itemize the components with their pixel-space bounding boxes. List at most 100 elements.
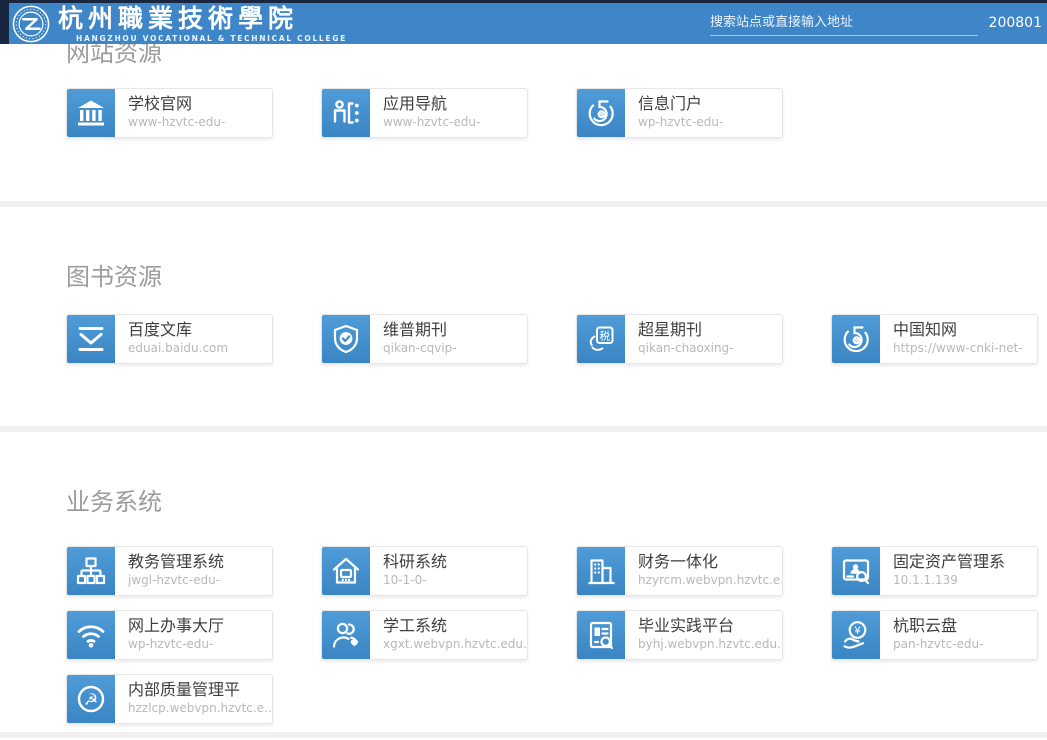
section-divider: [0, 201, 1047, 207]
card-grid: 学校官网www-hzvtc-edu-应用导航www-hzvtc-edu-信息门户…: [66, 88, 1047, 138]
id-card-search-icon: [832, 547, 880, 595]
app-card[interactable]: 中国知网https://www-cnki-net-: [831, 314, 1038, 364]
card-text: 固定资产管理系10.1.1.139: [880, 547, 1005, 595]
college-title-block: 杭州職業技術學院 HANGZHOU VOCATIONAL & TECHNICAL…: [58, 4, 347, 43]
card-title: 内部质量管理平: [128, 679, 272, 700]
people-heart-icon: [322, 611, 370, 659]
card-subtitle: jwgl-hzvtc-edu-: [128, 572, 224, 588]
hand-coin-icon: ¥: [832, 611, 880, 659]
card-text: 应用导航www-hzvtc-edu-: [370, 89, 480, 137]
app-card[interactable]: ¥ 杭职云盘pan-hzvtc-edu-: [831, 610, 1038, 660]
section: 图书资源百度文库eduai.baidu.com 维普期刊qikan-cqvip- 税…: [0, 261, 1047, 364]
search-input[interactable]: [710, 10, 978, 36]
card-title: 科研系统: [383, 551, 447, 572]
spiral-portal-icon: [577, 89, 625, 137]
college-name: 杭州職業技術學院: [58, 4, 347, 34]
card-title: 维普期刊: [383, 319, 457, 340]
section-title: 图书资源: [66, 261, 1047, 294]
app-card[interactable]: 学工系统xgxt.webvpn.hzvtc.edu....: [321, 610, 528, 660]
card-title: 应用导航: [383, 93, 480, 114]
card-subtitle: hzyrcm.webvpn.hzvtc.e...: [638, 572, 782, 588]
app-card[interactable]: 维普期刊qikan-cqvip-: [321, 314, 528, 364]
card-title: 超星期刊: [638, 319, 734, 340]
app-card[interactable]: 应用导航www-hzvtc-edu-: [321, 88, 528, 138]
card-subtitle: eduai.baidu.com: [128, 340, 228, 356]
college-name-en: HANGZHOU VOCATIONAL & TECHNICAL COLLEGE: [76, 34, 347, 43]
house-screen-icon: [322, 547, 370, 595]
card-grid: 百度文库eduai.baidu.com 维普期刊qikan-cqvip- 税 超星期刊…: [66, 314, 1047, 364]
card-text: 学工系统xgxt.webvpn.hzvtc.edu....: [370, 611, 527, 659]
card-text: 网上办事大厅wp-hzvtc-edu-: [115, 611, 224, 659]
app-card[interactable]: 学校官网www-hzvtc-edu-: [66, 88, 273, 138]
app-card[interactable]: 教务管理系统jwgl-hzvtc-edu-: [66, 546, 273, 596]
wifi-icon: [67, 611, 115, 659]
app-header: 杭州職業技術學院 HANGZHOU VOCATIONAL & TECHNICAL…: [0, 0, 1047, 44]
card-text: 信息门户wp-hzvtc-edu-: [625, 89, 723, 137]
svg-text:¥: ¥: [853, 625, 861, 637]
card-text: 教务管理系统jwgl-hzvtc-edu-: [115, 547, 224, 595]
spiral-portal-icon: [832, 315, 880, 363]
card-subtitle: xgxt.webvpn.hzvtc.edu....: [383, 636, 527, 652]
card-text: 科研系统10-1-0-: [370, 547, 447, 595]
app-card[interactable]: 网上办事大厅wp-hzvtc-edu-: [66, 610, 273, 660]
person-nav-icon: [322, 89, 370, 137]
card-subtitle: pan-hzvtc-edu-: [893, 636, 983, 652]
card-title: 固定资产管理系: [893, 551, 1005, 572]
card-subtitle: wp-hzvtc-edu-: [638, 114, 723, 130]
svg-text:税: 税: [600, 329, 611, 342]
card-title: 信息门户: [638, 93, 723, 114]
card-title: 杭职云盘: [893, 615, 983, 636]
card-text: 维普期刊qikan-cqvip-: [370, 315, 457, 363]
section-divider: [0, 732, 1047, 738]
card-text: 内部质量管理平hzzlcp.webvpn.hzvtc.e...: [115, 675, 272, 723]
card-subtitle: hzzlcp.webvpn.hzvtc.e...: [128, 700, 272, 716]
section: 网站资源学校官网www-hzvtc-edu-应用导航www-hzvtc-edu-…: [0, 37, 1047, 138]
card-title: 网上办事大厅: [128, 615, 224, 636]
college-emblem-icon[interactable]: [12, 5, 50, 43]
app-card[interactable]: 科研系统10-1-0-: [321, 546, 528, 596]
search-box: [710, 10, 978, 36]
card-text: 毕业实践平台byhj.webvpn.hzvtc.edu....: [625, 611, 782, 659]
card-title: 学校官网: [128, 93, 225, 114]
svg-text:☭: ☭: [84, 692, 98, 709]
section-divider: [0, 426, 1047, 432]
card-title: 学工系统: [383, 615, 527, 636]
card-title: 教务管理系统: [128, 551, 224, 572]
app-card[interactable]: 信息门户wp-hzvtc-edu-: [576, 88, 783, 138]
document-search-icon: [577, 611, 625, 659]
card-text: 杭职云盘pan-hzvtc-edu-: [880, 611, 983, 659]
shield-check-icon: [322, 315, 370, 363]
card-title: 毕业实践平台: [638, 615, 782, 636]
app-card[interactable]: ☭ 内部质量管理平hzzlcp.webvpn.hzvtc.e...: [66, 674, 273, 724]
party-emblem-icon: ☭: [67, 675, 115, 723]
bank-icon: [67, 89, 115, 137]
card-subtitle: 10-1-0-: [383, 572, 447, 588]
card-subtitle: qikan-cqvip-: [383, 340, 457, 356]
card-title: 百度文库: [128, 319, 228, 340]
buildings-icon: [577, 547, 625, 595]
card-grid: 教务管理系统jwgl-hzvtc-edu- 科研系统10-1-0- 财务一体化hzy…: [66, 546, 1047, 724]
hand-stamp-icon: 税: [577, 315, 625, 363]
app-card[interactable]: 税 超星期刊qikan-chaoxing-: [576, 314, 783, 364]
card-text: 中国知网https://www-cnki-net-: [880, 315, 1023, 363]
card-subtitle: qikan-chaoxing-: [638, 340, 734, 356]
main-content: 网站资源学校官网www-hzvtc-edu-应用导航www-hzvtc-edu-…: [0, 37, 1047, 738]
card-text: 超星期刊qikan-chaoxing-: [625, 315, 734, 363]
card-title: 中国知网: [893, 319, 1023, 340]
card-text: 百度文库eduai.baidu.com: [115, 315, 228, 363]
card-text: 学校官网www-hzvtc-edu-: [115, 89, 225, 137]
card-subtitle: www-hzvtc-edu-: [128, 114, 225, 130]
card-text: 财务一体化hzyrcm.webvpn.hzvtc.e...: [625, 547, 782, 595]
app-card[interactable]: 财务一体化hzyrcm.webvpn.hzvtc.e...: [576, 546, 783, 596]
card-title: 财务一体化: [638, 551, 782, 572]
card-subtitle: wp-hzvtc-edu-: [128, 636, 224, 652]
card-subtitle: 10.1.1.139: [893, 572, 1005, 588]
user-id: 200801: [989, 15, 1042, 31]
card-subtitle: byhj.webvpn.hzvtc.edu....: [638, 636, 782, 652]
section-title: 业务系统: [66, 486, 1047, 519]
card-subtitle: https://www-cnki-net-: [893, 340, 1023, 356]
app-card[interactable]: 毕业实践平台byhj.webvpn.hzvtc.edu....: [576, 610, 783, 660]
app-card[interactable]: 百度文库eduai.baidu.com: [66, 314, 273, 364]
app-card[interactable]: 固定资产管理系10.1.1.139: [831, 546, 1038, 596]
header-edge: [0, 3, 9, 44]
